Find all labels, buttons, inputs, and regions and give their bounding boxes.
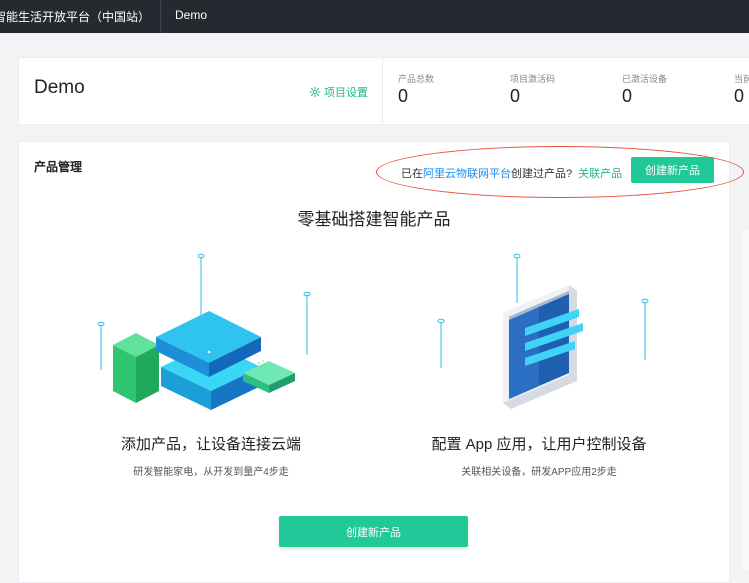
stat-label: 已激活设备: [622, 74, 668, 84]
platform-brand[interactable]: 智能生活开放平台（中国站）: [0, 8, 150, 25]
stat-label: 产品总数: [398, 74, 435, 84]
current-project[interactable]: Demo: [175, 8, 207, 22]
header-divider: [382, 58, 383, 124]
feature-desc-add-product: 研发智能家电，从开发到量产4步走: [133, 467, 289, 478]
app-panel-illustration: [437, 253, 649, 409]
cubes-illustration: [97, 253, 311, 410]
stat-current: 当前 0: [734, 72, 749, 107]
create-product-button[interactable]: 创建新产品: [631, 157, 714, 183]
stat-value: 0: [510, 86, 521, 106]
feature-title-add-product: 添加产品，让设备连接云端: [120, 436, 301, 453]
link-product-link[interactable]: 关联产品: [578, 168, 622, 180]
stat-activation-codes: 项目激活码 0: [510, 72, 555, 107]
stat-label: 当前: [734, 74, 749, 84]
navbar-divider: [160, 0, 161, 33]
section-title: 产品管理: [34, 160, 83, 174]
top-navbar: 智能生活开放平台（中国站） Demo: [0, 0, 749, 33]
project-settings-label: 项目设置: [324, 87, 368, 99]
gear-icon: [309, 86, 321, 98]
stat-activated-devices: 已激活设备 0: [622, 72, 667, 107]
stat-value: 0: [622, 86, 633, 106]
feature-title-configure-app: 配置 App 应用，让用户控制设备: [431, 436, 647, 453]
create-product-main-button[interactable]: 创建新产品: [279, 516, 468, 547]
hero-title: 零基础搭建智能产品: [297, 210, 451, 229]
aliyun-iot-link[interactable]: 阿里云物联网平台: [423, 168, 511, 180]
stat-label: 项目激活码: [510, 74, 556, 84]
project-header-card: Demo 项目设置 产品总数 0 项目激活码 0 已激活设备 0 当前 0: [18, 57, 749, 125]
project-title: Demo: [34, 77, 85, 98]
product-management-card: 产品管理 已在阿里云物联网平台创建过产品? 关联产品 创建新产品 零基础搭建智能产…: [18, 141, 744, 583]
feature-desc-configure-app: 关联相关设备，研发APP应用2步走: [461, 467, 617, 478]
stat-value: 0: [398, 86, 409, 106]
linked-product-hint: 已在阿里云物联网平台创建过产品? 关联产品: [401, 165, 622, 181]
project-settings-link[interactable]: 项目设置: [309, 84, 368, 100]
stat-product-count: 产品总数 0: [398, 72, 434, 107]
stat-value: 0: [734, 86, 745, 106]
hint-suffix: 创建过产品?: [511, 168, 573, 180]
page-scroll-edge: [743, 230, 749, 570]
hint-prefix: 已在: [401, 168, 423, 180]
